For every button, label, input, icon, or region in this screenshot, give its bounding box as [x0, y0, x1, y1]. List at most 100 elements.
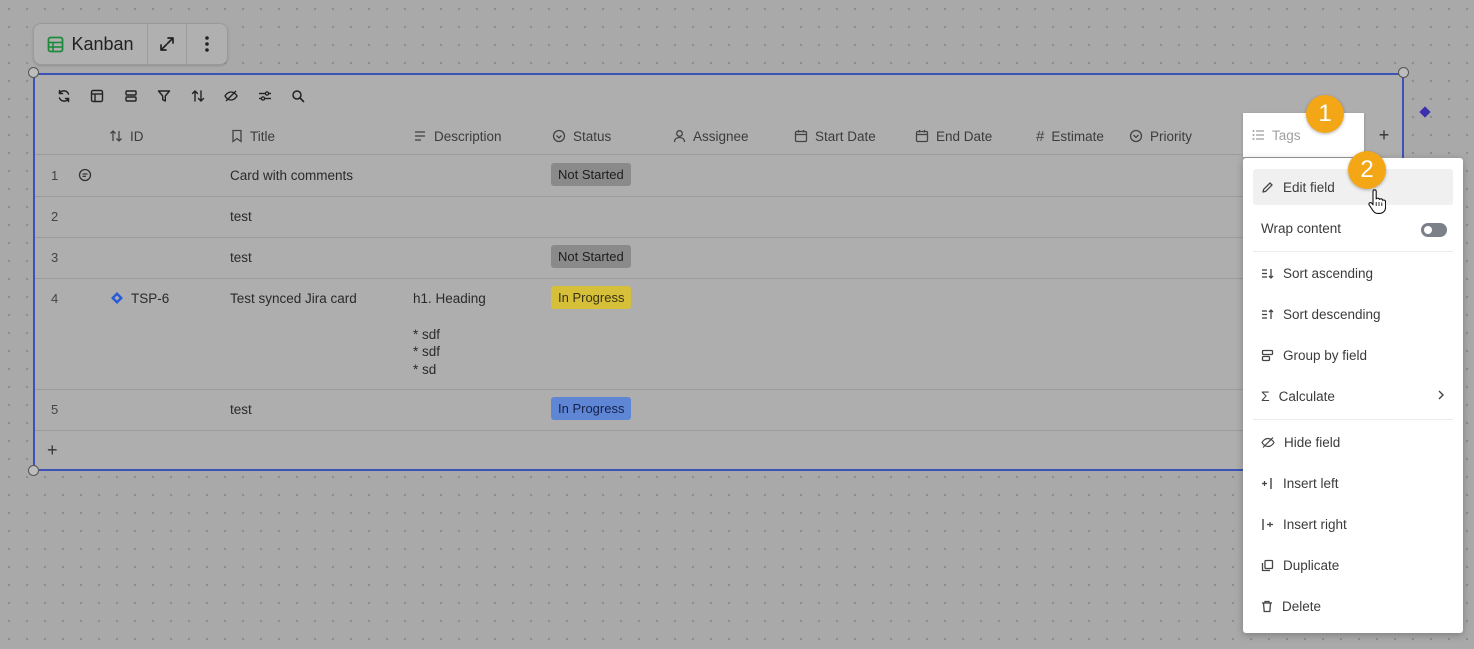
search-button[interactable] — [282, 86, 316, 106]
column-header-estimate[interactable]: # Estimate — [1036, 125, 1104, 147]
refresh-icon — [57, 89, 71, 103]
sliders-icon — [258, 89, 272, 103]
table-toolbar — [47, 86, 315, 106]
menu-item-hide-field[interactable]: Hide field — [1253, 424, 1453, 460]
status-badge[interactable]: In Progress — [551, 286, 632, 309]
expand-icon — [158, 35, 176, 53]
menu-item-insert-left[interactable]: Insert left — [1253, 465, 1453, 501]
wrap-content-toggle[interactable] — [1421, 223, 1447, 237]
pencil-icon — [1261, 181, 1274, 194]
hand-cursor-icon — [1368, 189, 1386, 215]
eye-off-icon — [224, 89, 238, 103]
view-name-button[interactable]: Kanban — [34, 24, 147, 64]
row-description-heading: h1. Heading — [413, 291, 486, 306]
resize-handle-bottom-left[interactable] — [28, 465, 39, 476]
hash-icon: # — [1036, 127, 1045, 145]
status-badge[interactable]: In Progress — [551, 397, 632, 420]
menu-divider — [1253, 419, 1453, 420]
view-title-bar: Kanban — [33, 23, 228, 65]
column-header-assignee[interactable]: Assignee — [673, 125, 749, 147]
insert-right-icon — [1261, 518, 1274, 531]
table-row[interactable] — [35, 238, 1243, 278]
menu-item-duplicate[interactable]: Duplicate — [1253, 547, 1453, 583]
sort-button[interactable] — [181, 86, 215, 106]
column-header-id[interactable]: ID — [109, 125, 144, 147]
group-button[interactable] — [114, 86, 148, 106]
menu-item-delete[interactable]: Delete — [1253, 588, 1453, 624]
sort-descending-icon — [1261, 308, 1274, 321]
row-title[interactable]: test — [230, 209, 252, 224]
resize-handle-top-left[interactable] — [28, 67, 39, 78]
sort-ascending-icon — [1261, 267, 1274, 280]
row-number: 2 — [51, 209, 59, 224]
menu-item-calculate[interactable]: Σ Calculate — [1253, 378, 1453, 414]
bookmark-icon — [231, 129, 243, 143]
more-vertical-icon — [204, 35, 210, 53]
group-icon — [124, 89, 138, 103]
more-options-button[interactable] — [186, 24, 227, 64]
sigma-icon: Σ — [1261, 388, 1270, 404]
row-title[interactable]: Card with comments — [230, 168, 353, 183]
connector-anchor[interactable] — [1419, 106, 1431, 118]
resize-handle-top-right[interactable] — [1398, 67, 1409, 78]
chevron-right-icon — [1437, 389, 1445, 401]
expand-button[interactable] — [147, 24, 186, 64]
layout-icon — [90, 89, 104, 103]
table-row[interactable] — [35, 390, 1243, 430]
table-row[interactable] — [35, 197, 1243, 237]
row-number: 3 — [51, 250, 59, 265]
row-title[interactable]: test — [230, 402, 252, 417]
field-context-menu: Edit field Wrap content Sort ascending S… — [1243, 158, 1463, 633]
column-header-priority[interactable]: Priority — [1129, 125, 1192, 147]
column-header-title[interactable]: Title — [231, 125, 275, 147]
column-header-description[interactable]: Description — [413, 125, 502, 147]
menu-item-sort-descending[interactable]: Sort descending — [1253, 296, 1453, 332]
step-badge: 2 — [1348, 151, 1386, 189]
column-header-end-date[interactable]: End Date — [915, 125, 992, 147]
calendar-icon — [915, 129, 929, 143]
hide-fields-button[interactable] — [215, 86, 249, 106]
row-divider — [35, 430, 1243, 431]
column-header-status[interactable]: Status — [552, 125, 611, 147]
step-badge: 1 — [1306, 95, 1344, 133]
status-badge[interactable]: Not Started — [551, 163, 631, 186]
list-icon — [1252, 129, 1265, 141]
row-title[interactable]: Test synced Jira card — [230, 291, 357, 306]
table-icon — [47, 36, 64, 53]
column-header-tags[interactable]: Tags — [1243, 113, 1364, 157]
table-row[interactable] — [35, 279, 1243, 389]
status-badge[interactable]: Not Started — [551, 245, 631, 268]
menu-item-wrap-content[interactable]: Wrap content — [1253, 210, 1463, 246]
row-title[interactable]: test — [230, 250, 252, 265]
refresh-button[interactable] — [47, 86, 81, 106]
trash-icon — [1261, 600, 1273, 613]
menu-item-sort-ascending[interactable]: Sort ascending — [1253, 255, 1453, 291]
user-icon — [673, 129, 686, 143]
filter-button[interactable] — [148, 86, 182, 106]
add-column-button[interactable]: + — [1376, 125, 1392, 145]
menu-item-group-by-field[interactable]: Group by field — [1253, 337, 1453, 373]
calendar-icon — [794, 129, 808, 143]
add-row-button[interactable]: + — [47, 440, 58, 461]
row-description-item: * sdf — [413, 344, 441, 359]
duplicate-icon — [1261, 559, 1274, 572]
insert-left-icon — [1261, 477, 1274, 490]
text-lines-icon — [413, 129, 427, 143]
jira-icon — [110, 291, 124, 305]
priority-icon — [1129, 129, 1143, 143]
row-divider — [35, 154, 1243, 155]
settings-button[interactable] — [248, 86, 282, 106]
column-header-start-date[interactable]: Start Date — [794, 125, 876, 147]
status-icon — [552, 129, 566, 143]
row-number: 1 — [51, 168, 59, 183]
comment-icon[interactable] — [78, 168, 92, 182]
row-number: 4 — [51, 291, 59, 306]
table-row[interactable] — [35, 156, 1243, 195]
menu-item-insert-right[interactable]: Insert right — [1253, 506, 1453, 542]
sort-icon — [191, 89, 205, 103]
menu-divider — [1253, 251, 1453, 252]
layout-button[interactable] — [81, 86, 115, 106]
filter-icon — [157, 89, 171, 103]
row-id[interactable]: TSP-6 — [131, 291, 169, 306]
group-icon — [1261, 349, 1274, 362]
